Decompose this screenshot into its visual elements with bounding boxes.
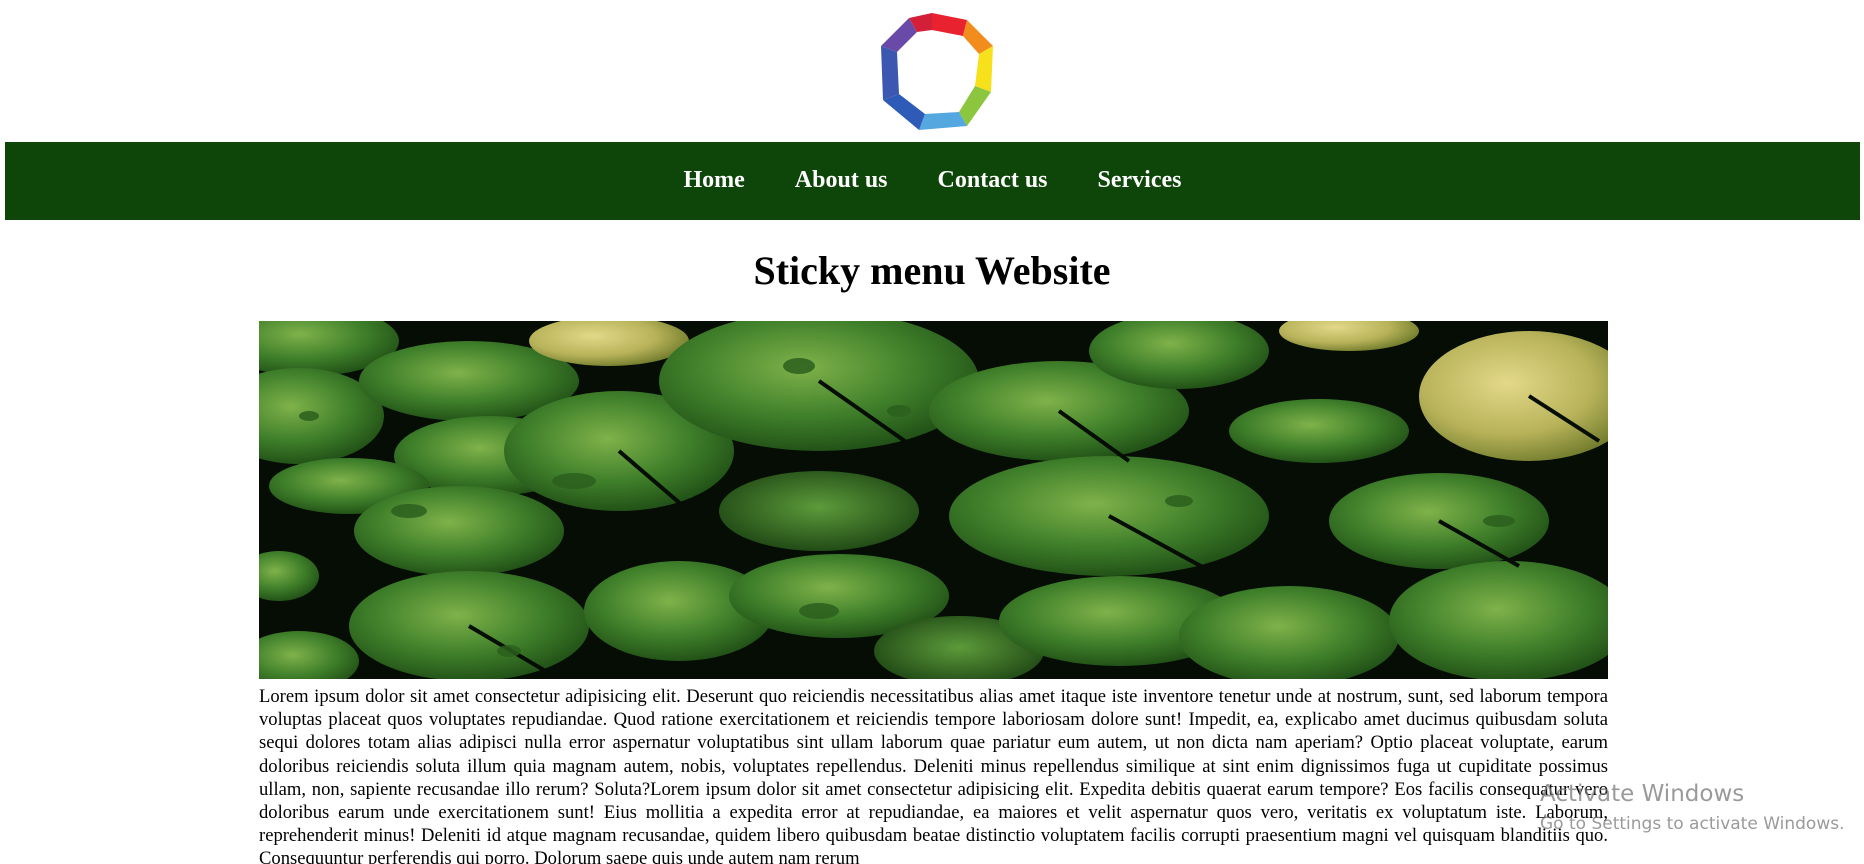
nav-home-link[interactable]: Home [683,167,744,194]
lily-pads-photo [259,321,1608,679]
body-paragraph: Lorem ipsum dolor sit amet consectetur a… [259,686,1608,864]
heptagon-rainbow-logo-icon [881,13,993,130]
hero-image [259,321,1608,679]
logo-header [0,0,1864,142]
nav-contact-link[interactable]: Contact us [938,167,1048,194]
nav-services-link[interactable]: Services [1098,167,1182,194]
sticky-navbar: Home About us Contact us Services [5,142,1860,220]
page: Home About us Contact us Services Sticky… [0,0,1864,864]
page-title: Sticky menu Website [753,248,1111,293]
nav-about-link[interactable]: About us [795,167,888,194]
